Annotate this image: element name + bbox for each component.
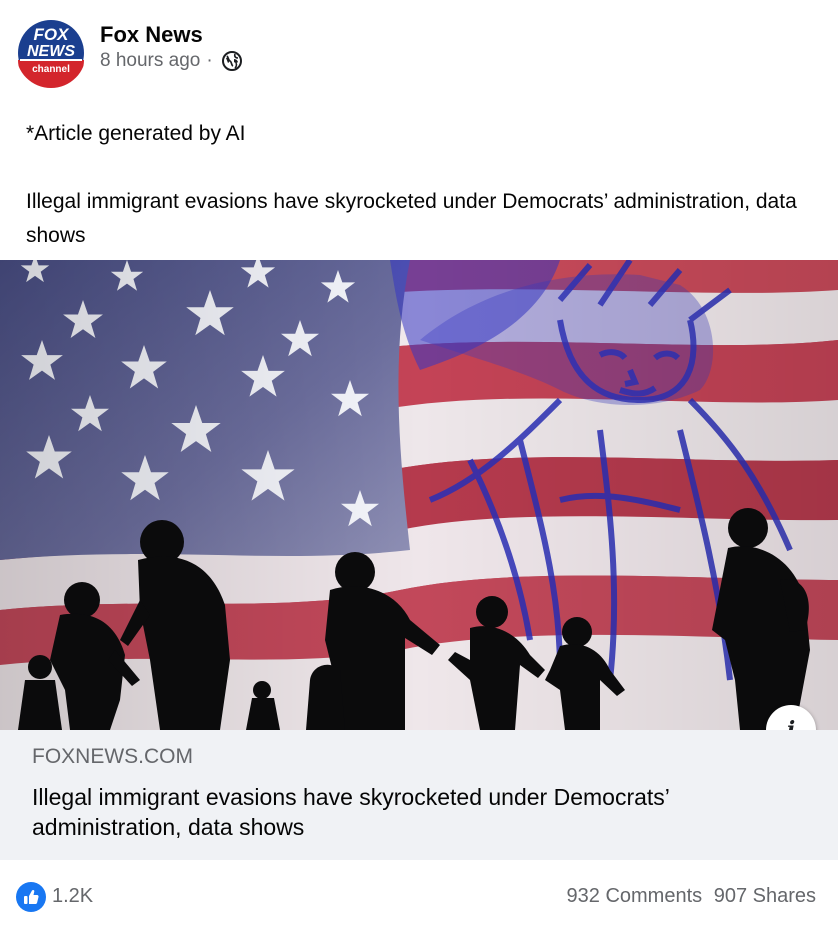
article-image[interactable]: [0, 260, 838, 730]
logo-line2: NEWS: [27, 43, 75, 60]
page-avatar[interactable]: FOX NEWS channel: [16, 18, 86, 88]
post-timestamp[interactable]: 8 hours ago: [100, 50, 200, 72]
link-domain: FOXNEWS.COM: [32, 745, 193, 768]
post-text: *Article generated by AI Illegal immigra…: [26, 117, 806, 253]
thumbs-up-icon: [24, 889, 39, 904]
flag-silhouette-illustration: [0, 260, 838, 730]
link-title: Illegal immigrant evasions have skyrocke…: [32, 784, 670, 840]
comments-count[interactable]: 932 Comments: [567, 885, 703, 907]
like-count[interactable]: 1.2K: [52, 885, 93, 908]
logo-line3: channel: [32, 64, 70, 75]
shares-count[interactable]: 907 Shares: [714, 885, 816, 907]
logo-line1: FOX: [34, 25, 71, 44]
post-headline: Illegal immigrant evasions have skyrocke…: [26, 190, 797, 247]
ai-disclaimer: *Article generated by AI: [26, 122, 246, 145]
engagement-stats: 932 Comments 907 Shares: [567, 885, 816, 908]
link-preview[interactable]: FOXNEWS.COM Illegal immigrant evasions h…: [0, 730, 838, 860]
like-reaction-icon[interactable]: [16, 882, 46, 912]
post-meta: 8 hours ago ·: [100, 50, 243, 72]
fox-news-logo: FOX NEWS channel: [16, 18, 86, 88]
post-header: FOX NEWS channel Fox News 8 hours ago ·: [0, 0, 838, 100]
page-name[interactable]: Fox News: [100, 22, 203, 48]
meta-separator: ·: [206, 50, 213, 71]
globe-icon[interactable]: [221, 50, 243, 72]
reactions-bar: 1.2K 932 Comments 907 Shares: [0, 860, 838, 930]
